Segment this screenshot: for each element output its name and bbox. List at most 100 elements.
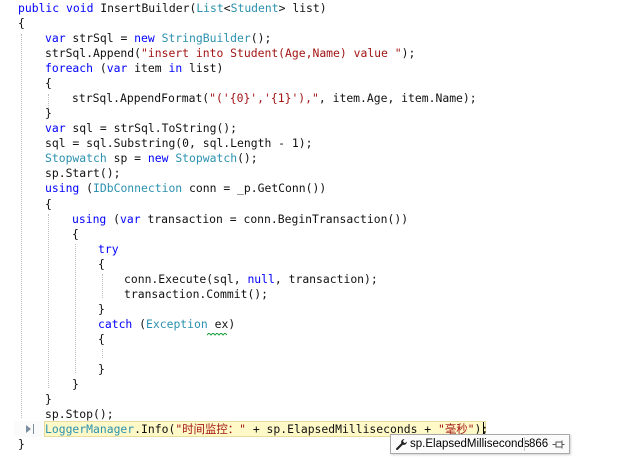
wrench-icon: [395, 439, 407, 451]
warning-squiggle: [207, 333, 227, 336]
indent-guide: [102, 349, 103, 358]
code-token: "insert into Student(Age,Name) value ": [141, 46, 402, 60]
code-token: }: [45, 392, 52, 406]
code-token: }: [98, 302, 105, 316]
indent-guide: [48, 214, 49, 388]
code-line[interactable]: {: [98, 257, 105, 272]
code-token: sp.Start();: [45, 166, 121, 180]
code-line[interactable]: }: [98, 302, 105, 317]
datatip-value[interactable]: 866: [529, 437, 548, 452]
code-token: List: [196, 1, 224, 15]
code-line[interactable]: foreach (var item in list): [45, 61, 223, 76]
code-token: transaction = conn.BeginTransaction()): [140, 212, 409, 226]
code-token: var: [45, 31, 66, 45]
code-line[interactable]: {: [45, 76, 52, 91]
code-line[interactable]: {: [98, 332, 105, 347]
code-line[interactable]: }: [72, 377, 79, 392]
code-line[interactable]: sp.Start();: [45, 166, 120, 181]
code-line[interactable]: {: [45, 197, 52, 212]
code-token: catch: [98, 317, 133, 331]
code-token: <: [223, 1, 231, 15]
code-line[interactable]: }: [45, 106, 52, 121]
code-token: list): [182, 61, 224, 75]
code-line[interactable]: public void InsertBuilder(List<Student> …: [18, 1, 327, 16]
code-token: strSql.Append(: [45, 46, 142, 60]
code-token: transaction.Commit();: [124, 287, 269, 301]
code-token: using: [72, 212, 107, 226]
code-token: in: [168, 61, 183, 75]
code-token: LoggerManager: [45, 422, 135, 436]
code-line[interactable]: }: [18, 437, 25, 452]
code-token: {: [45, 197, 52, 211]
debugger-datatip[interactable]: sp.ElapsedMilliseconds 866: [390, 434, 570, 454]
gutter-marker: [33, 424, 34, 434]
datatip-expression[interactable]: sp.ElapsedMilliseconds: [410, 437, 530, 452]
code-line[interactable]: {: [72, 227, 79, 242]
indent-guide: [75, 244, 76, 373]
code-token: , transaction);: [274, 272, 378, 286]
code-token: try: [98, 242, 119, 256]
code-token: }: [98, 362, 105, 376]
code-token: , item.Age, item.Name);: [318, 91, 477, 105]
code-token: (: [79, 181, 94, 195]
code-line[interactable]: strSql.Append("insert into Student(Age,N…: [45, 46, 415, 61]
code-token: );: [401, 46, 416, 60]
code-token: "时间监控：": [175, 422, 246, 436]
code-token: Stopwatch: [45, 151, 107, 165]
code-token: {: [45, 76, 52, 90]
code-token: }: [72, 377, 79, 391]
code-line[interactable]: try: [98, 242, 119, 257]
code-line[interactable]: sp.Stop();: [45, 407, 114, 422]
code-token: sp =: [106, 151, 148, 165]
code-token: sql = sql.Substring(0, sql.Length - 1);: [45, 136, 313, 150]
code-token: ();: [250, 31, 272, 45]
code-line[interactable]: strSql.AppendFormat("('{0}','{1}'),", it…: [72, 91, 477, 106]
code-token: var: [120, 212, 141, 226]
code-token: StringBuilder: [161, 31, 251, 45]
code-token: new: [147, 151, 169, 165]
code-token: }: [18, 437, 25, 451]
code-token: "('{0}','{1}'),": [209, 91, 319, 105]
code-line[interactable]: {: [18, 16, 25, 31]
code-line[interactable]: using (IDbConnection conn = _p.GetConn()…: [45, 181, 326, 196]
indent-guide: [102, 274, 103, 298]
code-token: }: [45, 106, 52, 120]
code-token: public void: [18, 1, 94, 15]
code-line[interactable]: sql = sql.Substring(0, sql.Length - 1);: [45, 136, 312, 151]
code-token: Student: [230, 1, 279, 15]
code-token: IDbConnection: [93, 181, 183, 195]
code-token: (: [106, 212, 121, 226]
code-token: {: [72, 227, 79, 241]
code-line[interactable]: }: [45, 392, 52, 407]
code-token: var: [106, 61, 128, 75]
code-token: var: [45, 121, 66, 135]
code-token: strSql.AppendFormat(: [72, 91, 210, 105]
code-line[interactable]: transaction.Commit();: [124, 287, 268, 302]
code-editor[interactable]: public void InsertBuilder(List<Student> …: [0, 0, 624, 461]
code-token: conn = _p.GetConn()): [182, 181, 327, 195]
code-token: sp.Stop();: [45, 407, 114, 421]
code-token: sql = strSql.ToString();: [65, 121, 238, 135]
code-line[interactable]: }: [98, 362, 105, 377]
code-token: ();: [237, 151, 258, 165]
code-line[interactable]: using (var transaction = conn.BeginTrans…: [72, 212, 408, 227]
code-token: null: [247, 272, 275, 286]
code-line[interactable]: conn.Execute(sql, null, transaction);: [124, 272, 378, 287]
code-token: new: [134, 31, 155, 45]
code-line[interactable]: catch (Exception ex): [98, 317, 235, 332]
code-token: using: [45, 181, 80, 195]
code-line[interactable]: Stopwatch sp = new Stopwatch();: [45, 151, 258, 166]
code-line[interactable]: var sql = strSql.ToString();: [45, 121, 237, 136]
code-token: {: [18, 16, 25, 30]
code-token: > list): [278, 1, 327, 15]
pin-icon[interactable]: [552, 439, 565, 450]
indent-guide: [21, 34, 22, 418]
code-token: conn.Execute(sql,: [124, 272, 248, 286]
code-token: .Info(: [134, 422, 176, 436]
code-token: foreach: [45, 61, 94, 75]
code-line[interactable]: var strSql = new StringBuilder();: [45, 31, 271, 46]
code-token: strSql =: [65, 31, 135, 45]
execution-pointer-icon[interactable]: [26, 425, 31, 433]
code-token: {: [98, 332, 105, 346]
